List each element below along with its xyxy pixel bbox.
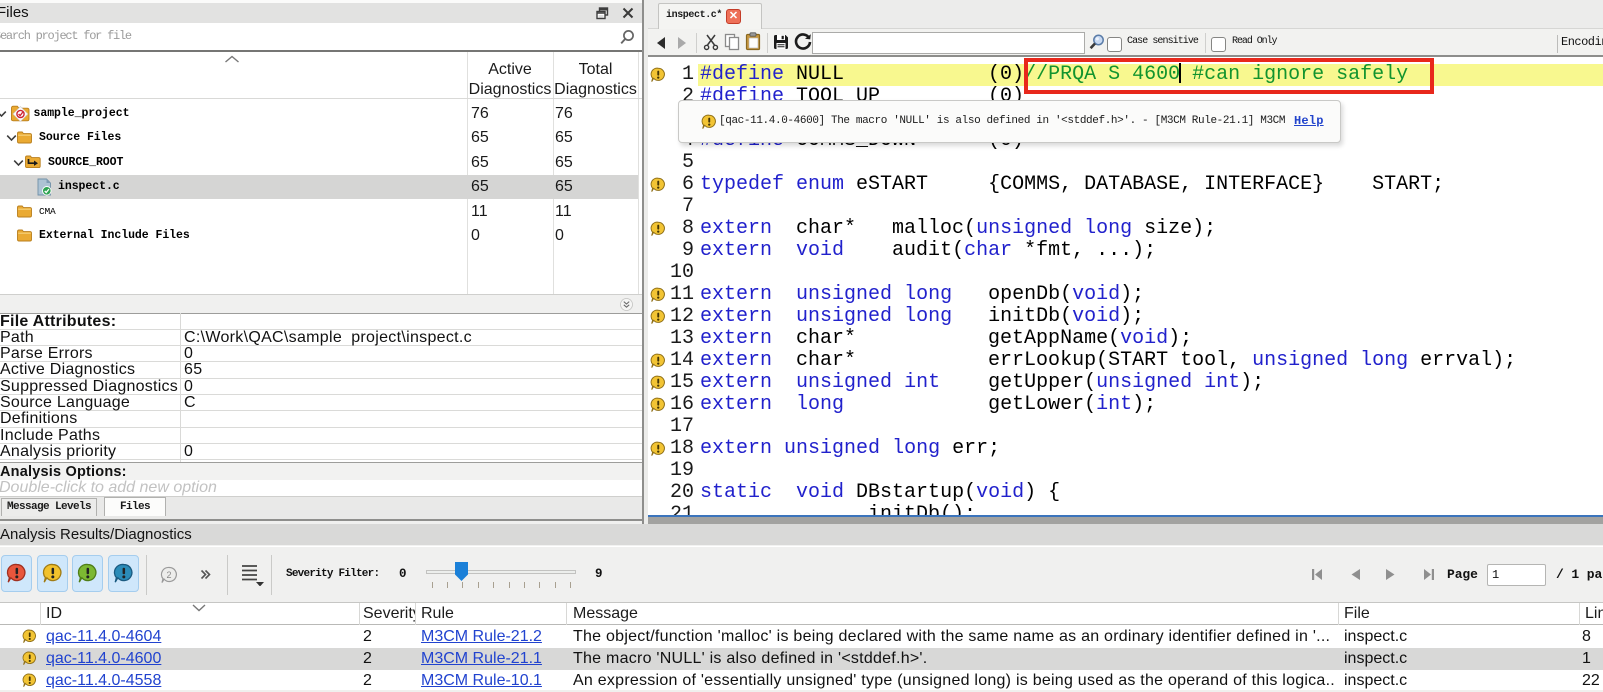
svg-text:2: 2 (166, 570, 171, 580)
